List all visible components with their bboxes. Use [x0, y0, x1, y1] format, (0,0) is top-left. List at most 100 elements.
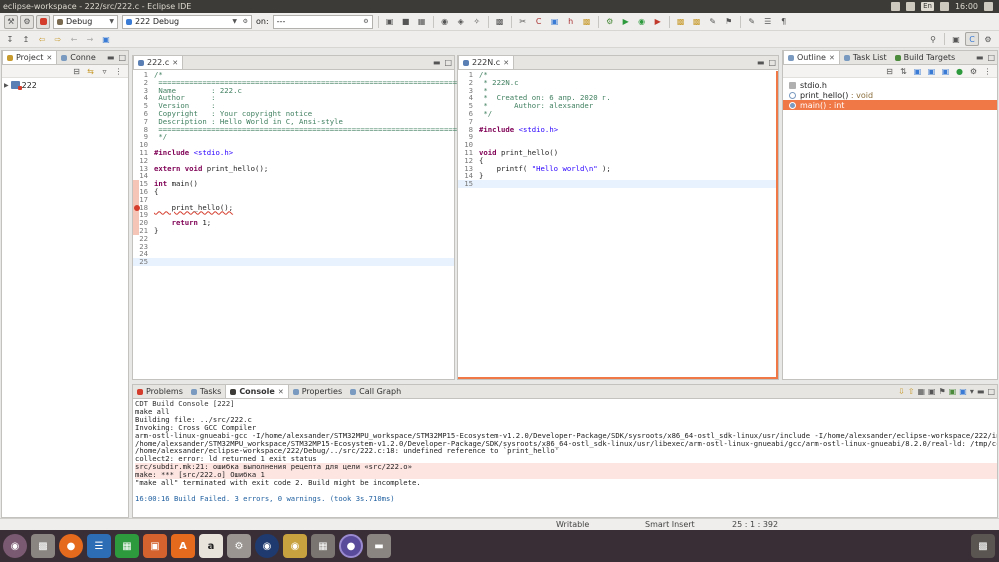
build-all-icon[interactable]: ◉ — [438, 15, 452, 29]
code-line[interactable]: 25 — [133, 258, 454, 266]
volume-icon[interactable] — [939, 2, 949, 11]
external-tools-icon[interactable]: ▶ — [651, 15, 665, 29]
maximize-icon[interactable]: □ — [987, 53, 995, 62]
back-nav-icon[interactable]: ← — [67, 32, 81, 46]
settings-icon[interactable]: ⚙ — [227, 534, 251, 558]
gear-icon[interactable]: ⚙ — [243, 18, 248, 25]
close-icon[interactable]: ✕ — [46, 54, 52, 62]
firefox-icon[interactable]: ● — [59, 534, 83, 558]
sort-icon[interactable] — [906, 2, 916, 11]
forward-icon[interactable]: ⇨ — [51, 32, 65, 46]
trash-icon[interactable]: ▩ — [971, 534, 995, 558]
expand-icon[interactable]: ▶ — [4, 82, 9, 89]
minimize-icon[interactable]: ▬ — [107, 53, 115, 62]
maximize-icon[interactable]: □ — [444, 58, 452, 67]
build-config-select[interactable]: Debug ▼ — [53, 14, 118, 29]
code-line[interactable]: 14} — [458, 172, 776, 180]
stop-icon[interactable] — [36, 14, 50, 29]
hide-fields-icon[interactable]: ▣ — [913, 67, 922, 76]
open-perspective-icon[interactable]: ▣ — [949, 32, 963, 46]
filter-icon[interactable]: ▿ — [100, 67, 109, 76]
tab-console[interactable]: Console ✕ — [225, 385, 289, 398]
debug-perspective-icon[interactable]: ⚙ — [981, 32, 995, 46]
writer-icon[interactable]: ☰ — [87, 534, 111, 558]
new-class-icon[interactable]: ▣ — [548, 15, 562, 29]
code-area[interactable]: 1/* 2 ===================================… — [133, 71, 492, 379]
terminal-icon[interactable]: ▩ — [493, 15, 507, 29]
hide-nonpublic-icon[interactable]: ▣ — [941, 67, 950, 76]
search-tool-icon[interactable]: ✎ — [706, 15, 720, 29]
open-element-icon[interactable]: ▩ — [690, 15, 704, 29]
save-icon[interactable]: ■ — [399, 15, 413, 29]
outline-item-stdio[interactable]: stdio.h — [783, 80, 997, 90]
prev-console-icon[interactable]: ⇧ — [908, 387, 915, 396]
code-line[interactable]: 15 — [458, 180, 776, 188]
outline-item-print-hello[interactable]: print_hello() : void — [783, 90, 997, 100]
minimize-icon[interactable]: ▬ — [433, 58, 441, 67]
clean-icon[interactable]: ✧ — [470, 15, 484, 29]
console-output[interactable]: CDT Build Console [222] make all Building… — [133, 400, 997, 517]
stm32-icon[interactable]: ◉ — [255, 534, 279, 558]
search-icon[interactable]: ⚲ — [926, 32, 940, 46]
save-all-icon[interactable]: ▦ — [415, 15, 429, 29]
open-type-icon[interactable]: ▩ — [674, 15, 688, 29]
collapse-all-icon[interactable]: ⊟ — [885, 67, 894, 76]
run-icon[interactable]: ▶ — [619, 15, 633, 29]
sort-icon[interactable]: ⇅ — [899, 67, 908, 76]
code-line[interactable]: 13 printf( "Hello world\n" ); — [458, 164, 776, 173]
code-line[interactable]: 23 — [133, 242, 454, 251]
code-line[interactable]: 18 print_hello(); — [133, 203, 454, 212]
group-includes-icon[interactable]: ● — [955, 67, 964, 76]
toggle-block-icon[interactable]: ☰ — [761, 15, 775, 29]
gear-icon[interactable]: ⚙ — [20, 14, 34, 29]
c-perspective-icon[interactable]: C — [965, 32, 979, 46]
close-icon[interactable]: ✕ — [503, 59, 509, 67]
code-line[interactable]: 15 int main() — [133, 180, 454, 188]
link-editor-icon[interactable]: ⇆ — [86, 67, 95, 76]
software-center-icon[interactable]: A — [171, 534, 195, 558]
code-line[interactable]: 20 return 1; — [133, 219, 454, 227]
network-icon[interactable] — [891, 2, 901, 11]
group-macros-icon[interactable]: ⚙ — [969, 67, 978, 76]
next-console-icon[interactable]: ⇩ — [898, 387, 905, 396]
eclipse-icon[interactable]: ● — [339, 534, 363, 558]
code-line[interactable]: 6 */ — [458, 110, 776, 118]
keyboard-layout-indicator[interactable]: En — [921, 2, 934, 11]
calculator-icon[interactable]: ▦ — [311, 534, 335, 558]
show-whitespace-icon[interactable]: ¶ — [777, 15, 791, 29]
cut-icon[interactable]: ✂ — [516, 15, 530, 29]
impress-icon[interactable]: ▣ — [143, 534, 167, 558]
minimize-icon[interactable]: ▬ — [977, 387, 985, 396]
drive-icon[interactable]: ▬ — [367, 534, 391, 558]
code-line[interactable]: 21} — [133, 227, 454, 235]
open-console-icon[interactable]: ▣ — [949, 387, 957, 396]
scroll-lock-icon[interactable]: ▦ — [917, 387, 925, 396]
code-line[interactable]: 8 #include <stdio.h> — [458, 125, 776, 134]
code-line[interactable]: 11 #include <stdio.h> — [133, 149, 454, 157]
tree-item-222[interactable]: ▶ 222 — [2, 80, 128, 90]
gimp-icon[interactable]: ◉ — [283, 534, 307, 558]
tab-build-targets[interactable]: Build Targets — [891, 51, 960, 64]
coverage-icon[interactable]: ◉ — [635, 15, 649, 29]
tab-call-graph[interactable]: Call Graph — [346, 385, 405, 398]
tab-outline[interactable]: Outline ✕ — [783, 51, 840, 64]
new-icon[interactable]: ▣ — [383, 15, 397, 29]
tab-problems[interactable]: Problems — [133, 385, 187, 398]
build-icon[interactable]: ◈ — [454, 15, 468, 29]
close-icon[interactable]: ✕ — [829, 54, 835, 62]
code-line[interactable]: 9 — [458, 133, 776, 141]
code-line[interactable]: 9 */ — [133, 133, 454, 141]
code-line[interactable]: 5 * Author: alexsander — [458, 102, 776, 110]
maximize-icon[interactable]: □ — [118, 53, 126, 62]
tab-222c[interactable]: 222.c ✕ — [133, 56, 184, 69]
display-console-icon[interactable]: ▣ — [959, 387, 967, 396]
forward-nav-icon[interactable]: → — [83, 32, 97, 46]
pin-console-icon[interactable]: ⚑ — [939, 387, 946, 396]
code-line[interactable]: 16{ — [133, 188, 454, 196]
collapse-all-icon[interactable]: ⊟ — [72, 67, 81, 76]
tab-connections[interactable]: Conne — [57, 51, 100, 64]
back-icon[interactable]: ⇦ — [35, 32, 49, 46]
maximize-icon[interactable]: □ — [987, 387, 995, 396]
maximize-icon[interactable]: □ — [768, 58, 776, 67]
calc-icon[interactable]: ▦ — [115, 534, 139, 558]
